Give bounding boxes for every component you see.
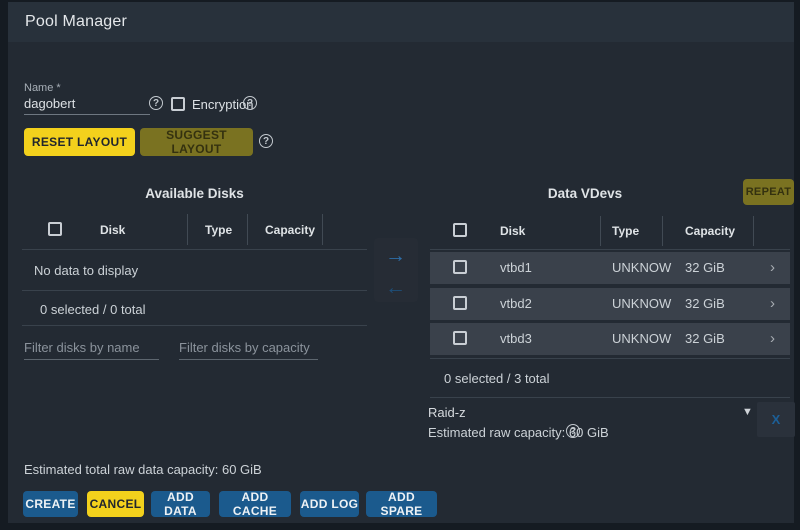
available-disks-title: Available Disks [22, 186, 367, 201]
row-disk: vtbd2 [500, 296, 532, 311]
dropdown-caret-icon[interactable]: ▼ [742, 406, 753, 418]
row-type: UNKNOW [612, 296, 671, 311]
estimated-raw-capacity-text: Estimated raw capacity: 60 GiB [428, 425, 609, 440]
column-divider [322, 214, 323, 245]
available-footer-count: 0 selected / 0 total [40, 302, 146, 317]
chevron-right-icon[interactable]: › [770, 260, 775, 275]
available-select-all-checkbox[interactable] [48, 222, 62, 236]
layout-help-icon[interactable]: ? [259, 134, 273, 148]
vdevs-table-header: Disk Type Capacity [430, 214, 790, 249]
row-disk: vtbd3 [500, 331, 532, 346]
name-help-icon[interactable]: ? [149, 96, 163, 110]
table-divider [430, 358, 790, 359]
available-col-type: Type [205, 223, 232, 237]
row-type: UNKNOW [612, 260, 671, 275]
row-checkbox[interactable] [453, 296, 467, 310]
reset-layout-button[interactable]: RESET LAYOUT [24, 128, 135, 156]
available-col-capacity: Capacity [265, 223, 315, 237]
window-titlebar: Pool Manager [8, 2, 794, 42]
encryption-checkbox[interactable] [171, 97, 185, 111]
remove-vdev-button[interactable]: X [757, 402, 795, 437]
page-title: Pool Manager [25, 13, 127, 31]
raid-type-select[interactable]: Raid-z [428, 405, 466, 420]
raw-capacity-help-icon[interactable]: ? [566, 424, 580, 438]
transfer-arrows-panel: → ← [374, 238, 418, 302]
column-divider [600, 216, 601, 246]
add-cache-button[interactable]: ADD CACHE [219, 491, 291, 517]
name-field-label: Name * [24, 82, 61, 94]
table-divider [22, 325, 367, 326]
column-divider [187, 214, 188, 245]
row-checkbox[interactable] [453, 331, 467, 345]
row-disk: vtbd1 [500, 260, 532, 275]
repeat-button[interactable]: REPEAT [743, 179, 794, 205]
filter-disks-by-name-input[interactable] [24, 340, 159, 360]
vdevs-col-type: Type [612, 224, 639, 238]
table-divider [22, 249, 367, 250]
estimated-total-capacity-text: Estimated total raw data capacity: 60 Gi… [24, 462, 262, 477]
column-divider [662, 216, 663, 246]
add-log-button[interactable]: ADD LOG [300, 491, 359, 517]
pool-manager-page: { "header": { "title": "Pool Manager" },… [0, 0, 800, 530]
chevron-right-icon[interactable]: › [770, 331, 775, 346]
column-divider [753, 216, 754, 246]
available-col-disk: Disk [100, 223, 125, 237]
table-divider [22, 290, 367, 291]
row-checkbox[interactable] [453, 260, 467, 274]
encryption-help-icon[interactable]: ? [243, 96, 257, 110]
add-data-button[interactable]: ADD DATA [151, 491, 210, 517]
suggest-layout-button[interactable]: SUGGEST LAYOUT [140, 128, 253, 156]
vdevs-footer-count: 0 selected / 3 total [444, 371, 550, 386]
available-empty-text: No data to display [34, 263, 138, 278]
name-input[interactable] [24, 96, 150, 115]
move-right-icon[interactable]: → [385, 245, 406, 266]
vdevs-col-capacity: Capacity [685, 224, 735, 238]
vdevs-select-all-checkbox[interactable] [453, 223, 467, 237]
vdev-row-vtbd2[interactable]: vtbd2 UNKNOW 32 GiB › [430, 288, 790, 320]
chevron-right-icon[interactable]: › [770, 296, 775, 311]
row-capacity: 32 GiB [685, 260, 725, 275]
cancel-button[interactable]: CANCEL [87, 491, 144, 517]
table-divider [430, 249, 790, 250]
row-capacity: 32 GiB [685, 331, 725, 346]
add-spare-button[interactable]: ADD SPARE [366, 491, 437, 517]
create-button[interactable]: CREATE [23, 491, 78, 517]
filter-disks-by-capacity-input[interactable] [179, 340, 318, 360]
row-type: UNKNOW [612, 331, 671, 346]
table-divider [430, 397, 790, 398]
move-left-icon[interactable]: ← [385, 277, 406, 298]
vdev-row-vtbd1[interactable]: vtbd1 UNKNOW 32 GiB › [430, 252, 790, 284]
available-disks-table: Disk Type Capacity No data to display 0 … [22, 212, 367, 326]
available-table-header: Disk Type Capacity [22, 212, 367, 249]
vdev-row-vtbd3[interactable]: vtbd3 UNKNOW 32 GiB › [430, 323, 790, 355]
row-capacity: 32 GiB [685, 296, 725, 311]
column-divider [247, 214, 248, 245]
vdevs-col-disk: Disk [500, 224, 525, 238]
data-vdevs-table: Disk Type Capacity vtbd1 UNKNOW 32 GiB ›… [430, 214, 790, 398]
data-vdevs-title: Data VDevs [425, 186, 745, 201]
